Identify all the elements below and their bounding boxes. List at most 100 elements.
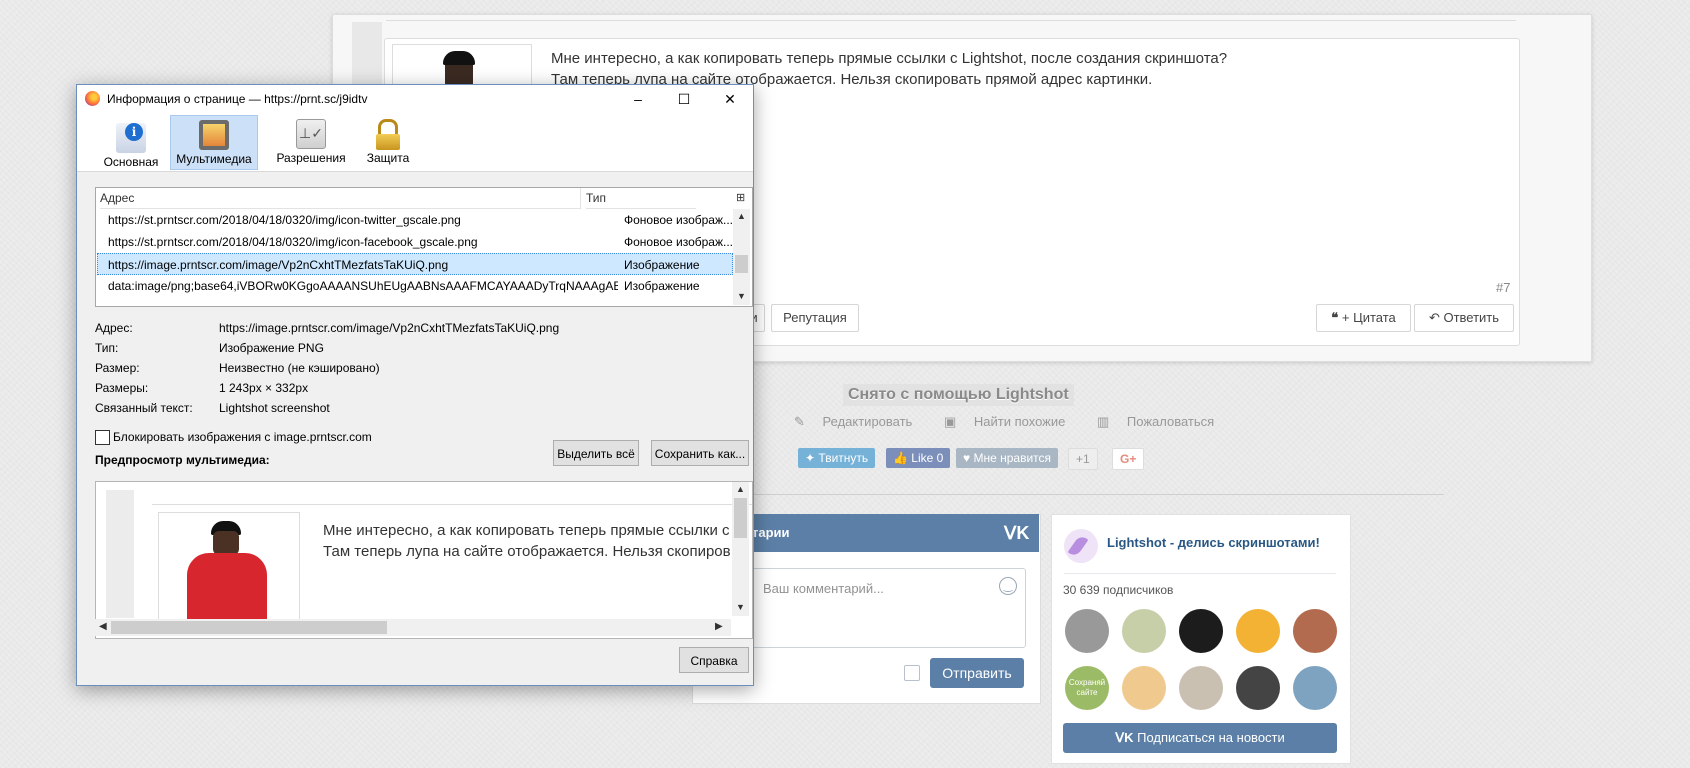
detail-value: https://image.prntscr.com/image/Vp2nCxht… — [219, 321, 560, 335]
close-button[interactable]: ✕ — [707, 85, 753, 113]
maximize-button[interactable]: ☐ — [661, 85, 707, 113]
subscribe-button[interactable]: ᐯK Подписаться на новости — [1063, 723, 1337, 753]
lock-icon — [373, 119, 403, 150]
pencil-icon: ✎ — [794, 414, 805, 429]
smile-icon[interactable]: ‿ — [999, 577, 1017, 595]
help-button[interactable]: Справка — [679, 647, 749, 673]
avatar[interactable] — [1122, 609, 1166, 653]
avatar[interactable] — [1179, 666, 1223, 710]
table-row-selected[interactable]: https://image.prntscr.com/image/Vp2nCxht… — [97, 253, 733, 275]
google-plus-button[interactable]: G+ — [1112, 448, 1145, 470]
comment-input[interactable]: Ваш комментарий... ‿ — [742, 568, 1026, 648]
detail-value: Изображение PNG — [219, 341, 324, 355]
window-title: Информация о странице — https://prnt.sc/… — [107, 92, 368, 106]
divider — [152, 504, 752, 505]
subscribers-count: 30 639 подписчиков — [1063, 583, 1174, 597]
tab-media[interactable]: Мультимедиа — [170, 115, 258, 170]
reply-label: Ответить — [1443, 310, 1500, 325]
quote-button[interactable]: ❝ + Цитата — [1316, 304, 1411, 332]
avatar[interactable] — [1065, 609, 1109, 653]
tab-security[interactable]: Защита — [355, 115, 421, 170]
facebook-like-button[interactable]: 👍 Like 0 — [886, 448, 951, 468]
minimize-button[interactable]: – — [615, 85, 661, 113]
save-as-button[interactable]: Сохранить как... — [651, 440, 749, 466]
detail-value: Неизвестно (не кэшировано) — [219, 361, 380, 375]
tab-permissions[interactable]: ⊥✓ Разрешения — [269, 115, 353, 170]
vk-like-label: Мне нравится — [973, 451, 1052, 465]
block-images-label[interactable]: Блокировать изображения с image.prntscr.… — [113, 430, 372, 444]
scroll-thumb[interactable] — [111, 621, 387, 634]
table-row[interactable]: data:image/png;base64,iVBORw0KGgoAAAANSU… — [97, 275, 733, 297]
quote-icon: ❝ — [1331, 310, 1339, 325]
detail-value: 1 243px × 332px — [219, 381, 309, 395]
media-list[interactable]: Адрес Тип ⊞ https://st.prntscr.com/2018/… — [95, 187, 753, 307]
edit-link[interactable]: ✎ Редактировать — [794, 414, 926, 429]
tab-permissions-label: Разрешения — [276, 151, 346, 165]
table-row[interactable]: https://st.prntscr.com/2018/04/18/0320/i… — [97, 209, 733, 231]
similar-link[interactable]: ▣ Найти похожие — [944, 414, 1079, 429]
tweet-button[interactable]: ✦ Твитнуть — [798, 448, 876, 468]
row-address: https://st.prntscr.com/2018/04/18/0320/i… — [108, 213, 461, 227]
reply-button[interactable]: ↶ Ответить — [1414, 304, 1514, 332]
heart-icon: ♥ — [963, 451, 971, 465]
scroll-down-icon[interactable]: ▼ — [737, 291, 746, 301]
row-address: https://st.prntscr.com/2018/04/18/0320/i… — [108, 235, 478, 249]
scroll-up-icon[interactable]: ▲ — [737, 211, 746, 221]
title-bar[interactable]: Информация о странице — https://prnt.sc/… — [77, 85, 753, 113]
reputation-button[interactable]: Репутация — [771, 304, 859, 332]
comment-checkbox[interactable] — [904, 665, 920, 681]
preview-text: Мне интересно, а как копировать теперь п… — [323, 520, 731, 562]
info-icon: i — [116, 123, 146, 153]
row-type: Изображение — [624, 279, 700, 293]
detail-value: Lightshot screenshot — [219, 401, 330, 415]
preview-label: Предпросмотр мультимедиа: — [95, 453, 270, 467]
comment-placeholder: Ваш комментарий... — [763, 581, 884, 596]
preview-vscroll[interactable]: ▲ ▼ — [732, 482, 749, 616]
column-picker-icon[interactable]: ⊞ — [736, 191, 745, 204]
tab-media-label: Мультимедиа — [176, 152, 252, 166]
vk-like-button[interactable]: ♥ Мне нравится — [956, 448, 1059, 468]
avatar[interactable] — [1122, 666, 1166, 710]
column-header-address[interactable]: Адрес — [100, 188, 581, 209]
plus-one-count: +1 — [1068, 448, 1098, 470]
tab-general[interactable]: i Основная — [101, 115, 161, 170]
preview-line-1: Мне интересно, а как копировать теперь п… — [323, 522, 730, 539]
like-count: 0 — [936, 451, 944, 465]
divider — [1064, 573, 1336, 574]
scroll-thumb[interactable] — [735, 255, 748, 273]
list-scrollbar[interactable]: ▲ ▼ — [733, 209, 750, 305]
row-type: Фоновое изображ... — [624, 235, 734, 249]
film-icon — [199, 120, 229, 150]
avatar[interactable] — [1236, 666, 1280, 710]
avatar[interactable]: Сохраняй сайте — [1065, 666, 1109, 710]
block-images-checkbox[interactable] — [95, 430, 110, 445]
group-logo-icon[interactable] — [1064, 529, 1098, 563]
select-all-button[interactable]: Выделить всё — [553, 440, 639, 466]
group-name[interactable]: Lightshot - делись скриншотами! — [1107, 535, 1320, 550]
divider — [742, 494, 1444, 495]
avatar[interactable] — [1179, 609, 1223, 653]
avatar[interactable] — [1236, 609, 1280, 653]
subscribe-label: Подписаться на новости — [1137, 730, 1285, 745]
reply-icon: ↶ — [1428, 310, 1440, 325]
quote-label: + Цитата — [1341, 310, 1396, 325]
report-link[interactable]: ▥ Пожаловаться — [1097, 414, 1228, 429]
post-number[interactable]: #7 — [1496, 280, 1510, 295]
twitter-icon: ✦ — [805, 451, 816, 465]
row-address: https://image.prntscr.com/image/Vp2nCxht… — [108, 258, 449, 272]
avatar[interactable] — [1293, 666, 1337, 710]
avatar[interactable] — [1293, 609, 1337, 653]
post-line-1: Мне интересно, а как копировать теперь п… — [551, 50, 1228, 67]
scroll-right-icon[interactable]: ▶ — [715, 621, 723, 632]
column-header-type[interactable]: Тип — [586, 188, 696, 209]
send-button[interactable]: Отправить — [930, 658, 1024, 688]
thumbs-up-icon: 👍 — [893, 451, 908, 465]
similar-label: Найти похожие — [973, 414, 1066, 429]
detail-label: Размер: — [95, 361, 140, 375]
vk-logo-icon: ᐯK — [1115, 730, 1134, 745]
table-row[interactable]: https://st.prntscr.com/2018/04/18/0320/i… — [97, 231, 733, 253]
preview-hscroll[interactable]: ◀ ▶ — [95, 619, 731, 636]
media-preview: Мне интересно, а как копировать теперь п… — [95, 481, 753, 639]
like-label: Like — [911, 451, 934, 465]
scroll-left-icon[interactable]: ◀ — [99, 621, 107, 632]
